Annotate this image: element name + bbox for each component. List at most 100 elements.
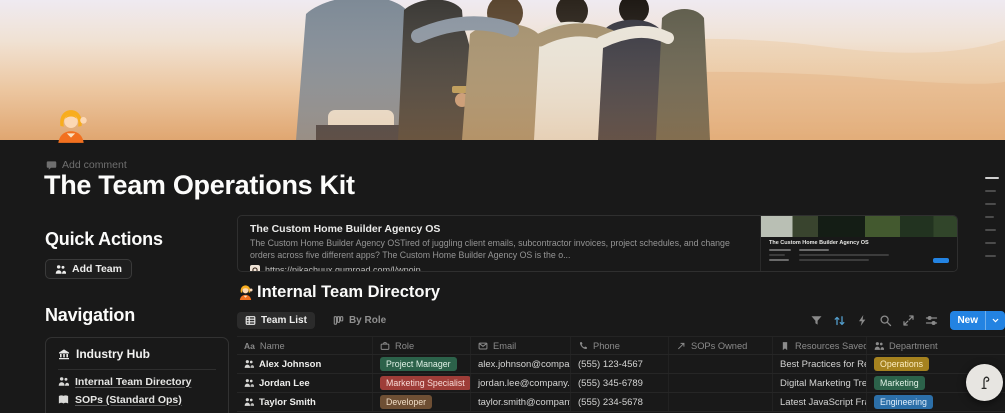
cell-resources-saved[interactable]: Best Practices for Remote Team	[773, 355, 867, 373]
toc-bar	[985, 203, 996, 205]
member-name: Jordan Lee	[259, 377, 310, 389]
toc-bar	[985, 216, 994, 218]
column-label: Name	[259, 340, 285, 351]
thumbnail-title: The Custom Home Builder Agency OS	[769, 240, 869, 246]
table-row[interactable]: Taylor Smith Developer taylor.smith@compan…	[237, 393, 1005, 412]
thumbnail-hero-image	[761, 216, 957, 237]
link-card-url-row[interactable]: https://pikachuux.gumroad.com/l/wpojp	[250, 264, 748, 272]
column-label: Resources Saved	[795, 340, 867, 351]
cover-photo-people-huddle	[0, 0, 1005, 140]
column-label: Department	[889, 340, 938, 351]
navigation-box: Industry Hub Internal Team Directory SOP…	[45, 336, 229, 413]
cell-email[interactable]: jordan.lee@company.com	[471, 374, 571, 392]
nav-link-label: Internal Team Directory	[75, 375, 192, 388]
view-tabs-row: Team List By Role New	[237, 310, 1005, 331]
phone-icon	[579, 341, 587, 349]
tab-label: By Role	[348, 315, 387, 326]
person-tipping-hand-icon	[239, 285, 253, 301]
cell-name[interactable]: Alex Johnson	[237, 355, 373, 373]
column-header-name[interactable]: Aa Name	[237, 337, 373, 354]
lightning-icon[interactable]	[856, 314, 869, 327]
gumroad-favicon	[250, 264, 260, 271]
envelope-icon	[478, 342, 488, 349]
page-title: The Team Operations Kit	[44, 170, 355, 200]
cell-phone[interactable]: (555) 345-6789	[571, 374, 669, 392]
column-header-department[interactable]: Department	[867, 337, 1005, 354]
quick-actions-heading: Quick Actions	[45, 229, 163, 249]
link-card-title: The Custom Home Builder Agency OS	[250, 223, 441, 235]
settings-sliders-icon[interactable]	[925, 314, 938, 327]
table-row[interactable]: Jordan Lee Marketing Specialist jordan.lee…	[237, 374, 1005, 393]
cell-name[interactable]: Jordan Lee	[237, 374, 373, 392]
people-icon	[244, 379, 254, 387]
bank-icon	[59, 348, 69, 359]
column-label: Phone	[593, 340, 620, 351]
add-team-button[interactable]: Add Team	[45, 259, 132, 279]
person-tipping-hand-icon	[58, 110, 87, 143]
people-icon	[244, 360, 254, 368]
link-preview-card[interactable]: The Custom Home Builder Agency OS The Cu…	[237, 215, 958, 272]
cell-phone[interactable]: (555) 234-5678	[571, 393, 669, 411]
tab-label: Team List	[261, 315, 307, 326]
column-header-phone[interactable]: Phone	[571, 337, 669, 354]
new-button[interactable]: New	[950, 311, 1005, 330]
table-header-row: Aa Name Role Email Phone SOPs Owned Reso…	[237, 337, 1005, 355]
table-view-icon	[245, 316, 256, 325]
nav-item-industry-hub[interactable]: Industry Hub	[58, 347, 216, 361]
sort-icon[interactable]	[833, 314, 846, 327]
toc-bar	[985, 242, 996, 244]
cell-email[interactable]: alex.johnson@company.com	[471, 355, 571, 373]
tag: Marketing Specialist	[380, 376, 470, 390]
column-label: Role	[395, 340, 415, 351]
cell-phone[interactable]: (555) 123-4567	[571, 355, 669, 373]
cell-role[interactable]: Marketing Specialist	[373, 374, 471, 392]
toc-bar	[985, 255, 996, 257]
add-team-label: Add Team	[72, 263, 122, 275]
cell-resources-saved[interactable]: Latest JavaScript Frameworks, C	[773, 393, 867, 411]
tag: Marketing	[874, 376, 925, 390]
column-header-role[interactable]: Role	[373, 337, 471, 354]
table-body: Alex Johnson Project Manager alex.johnson@…	[237, 355, 1005, 412]
left-column: Quick Actions Add Team Navigation Indust…	[45, 229, 237, 413]
expand-icon[interactable]	[902, 314, 915, 327]
cell-resources-saved[interactable]: Digital Marketing Trends, SEO S	[773, 374, 867, 392]
cell-role[interactable]: Project Manager	[373, 355, 471, 373]
divider	[58, 368, 216, 370]
cover-image	[0, 0, 1005, 140]
search-icon[interactable]	[879, 314, 892, 327]
tag: Project Manager	[380, 357, 457, 371]
nav-item-internal-team-directory[interactable]: Internal Team Directory	[58, 376, 216, 388]
member-name: Alex Johnson	[259, 358, 322, 370]
people-icon	[874, 341, 884, 350]
ai-face-icon	[981, 376, 989, 389]
table-of-contents-widget[interactable]	[985, 177, 999, 257]
thumbnail-content-bars	[761, 247, 957, 263]
link-card-description: The Custom Home Builder Agency OSTired o…	[250, 238, 730, 260]
tab-by-role[interactable]: By Role	[325, 312, 394, 329]
cell-name[interactable]: Taylor Smith	[237, 393, 373, 411]
cell-sops-owned[interactable]	[669, 374, 773, 392]
column-header-sops-owned[interactable]: SOPs Owned	[669, 337, 773, 354]
cell-role[interactable]: Developer	[373, 393, 471, 411]
cell-email[interactable]: taylor.smith@company.com	[471, 393, 571, 411]
page-icon-person-emoji[interactable]	[52, 107, 90, 145]
people-icon	[58, 377, 69, 386]
notion-page: Add comment The Team Operations Kit Quic…	[0, 0, 1005, 413]
internal-team-directory-section: Internal Team Directory Team List By Rol…	[237, 283, 1005, 412]
filter-icon[interactable]	[810, 314, 823, 327]
column-header-resources-saved[interactable]: Resources Saved	[773, 337, 867, 354]
column-label: SOPs Owned	[691, 340, 748, 351]
cell-sops-owned[interactable]	[669, 355, 773, 373]
nav-item-sops[interactable]: SOPs (Standard Ops)	[58, 394, 216, 406]
table-row[interactable]: Alex Johnson Project Manager alex.johnson@…	[237, 355, 1005, 374]
people-icon	[244, 398, 254, 406]
bookmark-icon	[782, 341, 788, 350]
cell-sops-owned[interactable]	[669, 393, 773, 411]
link-card-url: https://pikachuux.gumroad.com/l/wpojp	[265, 264, 421, 272]
toc-bar	[985, 177, 999, 179]
tab-team-list[interactable]: Team List	[237, 312, 315, 329]
nav-hub-label: Industry Hub	[76, 346, 150, 361]
column-header-email[interactable]: Email	[471, 337, 571, 354]
chevron-down-icon[interactable]	[985, 311, 1005, 330]
notion-ai-button[interactable]	[966, 364, 1003, 401]
